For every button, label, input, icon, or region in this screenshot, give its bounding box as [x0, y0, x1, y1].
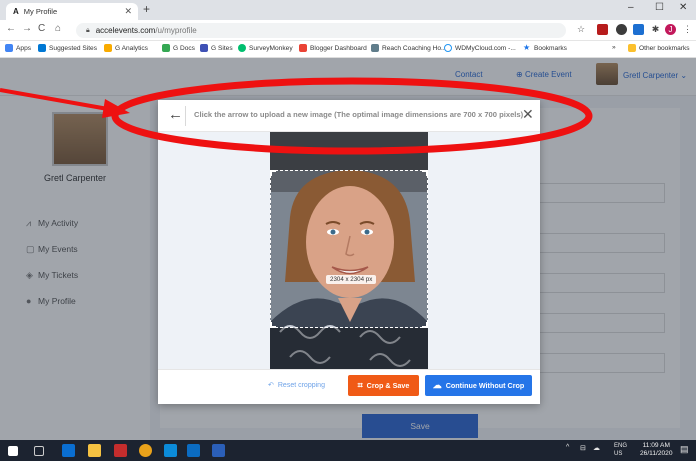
outlook-icon[interactable]	[62, 444, 75, 457]
tray-chevron-icon[interactable]: ^	[566, 444, 569, 451]
pointer-arrow-line	[0, 88, 109, 111]
word-icon[interactable]	[212, 444, 225, 457]
tray-network-icon[interactable]: ⊟	[580, 444, 586, 452]
tray-onedrive-icon[interactable]: ☁	[593, 444, 600, 452]
taskbar-clock[interactable]: 11:09 AM 26/11/2020	[640, 442, 673, 458]
windows-taskbar: ^ ⊟ ☁ ENG US 11:09 AM 26/11/2020 ▤	[0, 440, 696, 461]
task-view-icon[interactable]	[34, 446, 44, 456]
outlook-2-icon[interactable]	[187, 444, 200, 457]
chart-app-icon[interactable]	[114, 444, 127, 457]
chrome-icon[interactable]	[139, 444, 152, 457]
notifications-icon[interactable]: ▤	[680, 444, 689, 455]
red-annotation	[0, 77, 593, 155]
windows-start-icon[interactable]	[8, 446, 18, 456]
file-explorer-icon[interactable]	[88, 444, 101, 457]
highlight-ellipse	[111, 77, 593, 155]
app-b-icon[interactable]	[164, 444, 177, 457]
language-indicator[interactable]: ENG US	[614, 442, 627, 458]
